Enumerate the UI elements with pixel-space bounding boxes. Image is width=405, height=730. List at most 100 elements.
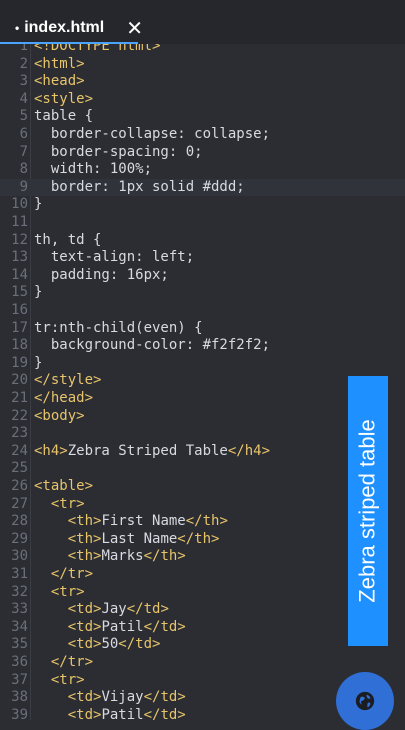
code-token: background-color: #f2f2f2; bbox=[34, 337, 271, 354]
html-tag-token: <td> bbox=[67, 706, 102, 720]
html-tag-token: <td> bbox=[67, 618, 102, 635]
code-text: <tr> bbox=[34, 672, 85, 690]
code-text: padding: 16px; bbox=[34, 267, 169, 285]
line-number: 32 bbox=[11, 583, 28, 600]
line-number: 33 bbox=[11, 601, 28, 618]
code-line[interactable]: 13 text-align: left; bbox=[0, 249, 405, 267]
close-icon[interactable]: ✕ bbox=[126, 16, 143, 41]
tab-index-html[interactable]: • index.html ✕ bbox=[0, 14, 143, 42]
code-line[interactable]: 14 padding: 16px; bbox=[0, 267, 405, 285]
code-line[interactable]: 7 border-spacing: 0; bbox=[0, 144, 405, 162]
line-number: 6 bbox=[19, 126, 28, 142]
code-line[interactable]: 23 bbox=[0, 425, 405, 443]
line-number: 22 bbox=[11, 407, 28, 424]
code-line[interactable]: 8 width: 100%; bbox=[0, 161, 405, 179]
line-number: 26 bbox=[11, 478, 28, 494]
code-text: text-align: left; bbox=[34, 249, 194, 267]
code-token: Vijay bbox=[101, 689, 144, 706]
html-tag-token: </td> bbox=[126, 601, 169, 618]
code-line[interactable]: 3 <head> bbox=[0, 73, 405, 91]
code-text: <th>First Name</th> bbox=[34, 513, 228, 531]
html-tag-token: </th> bbox=[177, 530, 220, 547]
html-tag-token: </head> bbox=[34, 390, 94, 406]
line-number: 7 bbox=[19, 143, 28, 160]
code-line[interactable]: 4 <style> bbox=[0, 91, 405, 109]
code-text: <td>50</td> bbox=[34, 636, 161, 654]
line-number: 21 bbox=[11, 390, 28, 406]
code-text: tr:nth-child(even) { bbox=[34, 320, 203, 338]
code-line[interactable]: 33 <td>Jay</td> bbox=[0, 601, 405, 619]
html-tag-token: <th> bbox=[67, 513, 102, 530]
code-text: border-spacing: 0; bbox=[34, 144, 203, 162]
code-line[interactable]: 2 <html> bbox=[0, 56, 405, 74]
html-tag-token: </tr> bbox=[50, 654, 94, 670]
line-number: 34 bbox=[11, 618, 28, 635]
line-number: 5 bbox=[19, 108, 28, 125]
code-line[interactable]: 35 <td>50</td> bbox=[0, 636, 405, 654]
code-line[interactable]: 10} bbox=[0, 196, 405, 214]
code-token: padding: 16px; bbox=[34, 266, 169, 283]
code-editor[interactable]: 1 <!DOCTYPE html> 2 <html> 3 <head> 4 <style> 5 t… bbox=[0, 44, 405, 720]
code-line[interactable]: 28 <th>First Name</th> bbox=[0, 513, 405, 531]
html-tag-token: <h4> bbox=[34, 442, 68, 459]
code-line[interactable]: 9 border: 1px solid #ddd; bbox=[0, 178, 405, 197]
code-line[interactable]: 15} bbox=[0, 284, 405, 302]
code-line[interactable]: 27 <tr> bbox=[0, 496, 405, 514]
code-line[interactable]: 22 <body> bbox=[0, 408, 405, 426]
code-text: <tr> bbox=[34, 496, 85, 514]
code-line[interactable]: 20 </style> bbox=[0, 372, 405, 390]
line-number: 2 bbox=[19, 55, 28, 72]
code-text: <style> bbox=[34, 91, 93, 109]
code-text: border-collapse: collapse; bbox=[34, 126, 270, 144]
html-tag-token: <td> bbox=[67, 636, 102, 653]
code-line[interactable]: 12 th, td { bbox=[0, 232, 405, 250]
code-text: <td>Jay</td> bbox=[34, 601, 169, 619]
line-number: 8 bbox=[19, 161, 28, 178]
line-number: 16 bbox=[11, 302, 28, 318]
html-tag-token: <tr> bbox=[50, 495, 85, 512]
html-tag-token: <head> bbox=[34, 73, 85, 90]
line-number: 24 bbox=[11, 442, 28, 459]
code-line[interactable]: 34 <td>Patil</td> bbox=[0, 619, 405, 637]
code-line[interactable]: 36 </tr> bbox=[0, 654, 405, 672]
code-line[interactable]: 25 bbox=[0, 460, 405, 478]
line-number: 4 bbox=[19, 90, 28, 107]
code-token: tr:nth-child(even) { bbox=[34, 319, 203, 336]
code-token: First Name bbox=[101, 513, 186, 530]
code-line[interactable]: 32 <tr> bbox=[0, 584, 405, 602]
code-line[interactable]: 1 <!DOCTYPE html> bbox=[0, 44, 405, 56]
code-line[interactable]: 24 <h4>Zebra Striped Table</h4> bbox=[0, 443, 405, 461]
code-token: 50 bbox=[101, 636, 119, 653]
code-line[interactable]: 26 <table> bbox=[0, 478, 405, 496]
line-number: 20 bbox=[11, 372, 28, 389]
code-line[interactable]: 30 <th>Marks</th> bbox=[0, 548, 405, 566]
html-tag-token: <td> bbox=[67, 689, 102, 706]
code-token: Last Name bbox=[101, 530, 178, 547]
code-line[interactable]: 6 border-collapse: collapse; bbox=[0, 126, 405, 144]
preview-button[interactable] bbox=[336, 672, 394, 730]
line-number: 30 bbox=[11, 548, 28, 565]
code-line[interactable]: 21 </head> bbox=[0, 390, 405, 408]
code-line[interactable]: 11 bbox=[0, 214, 405, 232]
line-number: 1 bbox=[19, 44, 28, 54]
code-line[interactable]: 19} bbox=[0, 355, 405, 373]
code-text: </tr> bbox=[34, 566, 93, 584]
code-token: th, td { bbox=[34, 231, 102, 248]
line-number: 29 bbox=[11, 530, 28, 547]
code-line[interactable]: 29 <th>Last Name</th> bbox=[0, 531, 405, 549]
line-number: 23 bbox=[11, 425, 28, 442]
code-line[interactable]: 18 background-color: #f2f2f2; bbox=[0, 337, 405, 355]
code-text: <h4>Zebra Striped Table</h4> bbox=[34, 443, 270, 461]
code-line[interactable]: 31 </tr> bbox=[0, 566, 405, 584]
code-line[interactable]: 16 bbox=[0, 302, 405, 320]
code-text: <body> bbox=[34, 408, 85, 426]
code-line[interactable]: 17 tr:nth-child(even) { bbox=[0, 320, 405, 338]
code-text: </tr> bbox=[34, 654, 93, 672]
code-line[interactable]: 5 table { bbox=[0, 108, 405, 126]
code-token: width: 100%; bbox=[34, 161, 153, 178]
line-number: 14 bbox=[11, 266, 28, 283]
